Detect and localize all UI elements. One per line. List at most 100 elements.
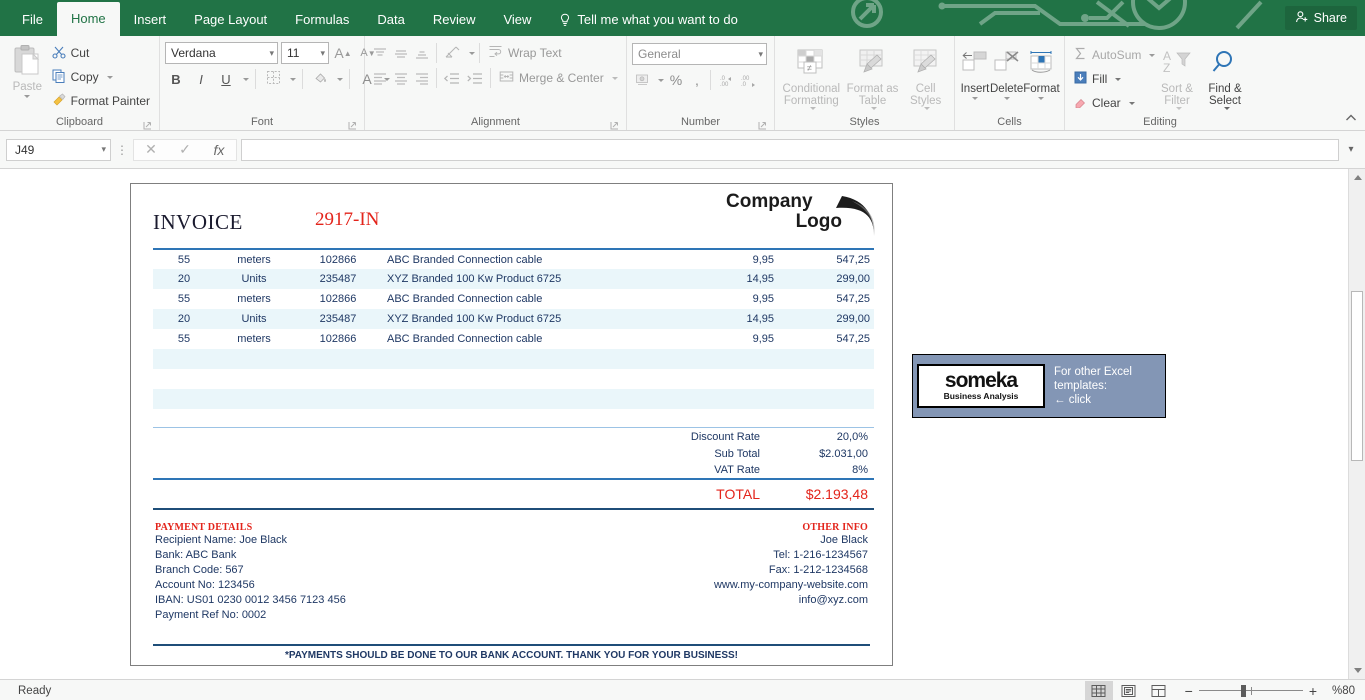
- wrap-text-button[interactable]: Wrap Text: [484, 43, 566, 63]
- align-left-button[interactable]: [370, 68, 390, 88]
- someka-banner[interactable]: someka Business Analysis For other Excel…: [912, 354, 1166, 418]
- fill-dropdown-icon[interactable]: [1115, 77, 1122, 81]
- table-row[interactable]: 55 meters 102866 ABC Branded Connection …: [153, 329, 874, 349]
- tab-formulas[interactable]: Formulas: [281, 4, 363, 36]
- decrease-indent-button[interactable]: [441, 68, 463, 88]
- align-center-button[interactable]: [391, 68, 411, 88]
- copy-dropdown-icon[interactable]: [106, 75, 113, 79]
- table-row[interactable]: 20 Units 235487 XYZ Branded 100 Kw Produ…: [153, 269, 874, 289]
- cut-button[interactable]: Cut: [48, 42, 154, 64]
- format-as-table-dropdown-icon[interactable]: [870, 107, 877, 110]
- conditional-formatting-button[interactable]: ≠ Conditional Formatting: [782, 41, 840, 110]
- italic-button[interactable]: I: [190, 68, 212, 90]
- other-info-website[interactable]: www.my-company-website.com: [714, 578, 868, 593]
- sort-filter-dropdown-icon[interactable]: [1175, 107, 1182, 110]
- cancel-icon[interactable]: ✕: [134, 141, 168, 158]
- find-select-dropdown-icon[interactable]: [1223, 107, 1230, 110]
- vertical-scroll-thumb[interactable]: [1351, 291, 1363, 461]
- underline-dropdown-icon[interactable]: [243, 77, 249, 81]
- orientation-button[interactable]: [441, 43, 465, 63]
- tab-data[interactable]: Data: [363, 4, 418, 36]
- scroll-down-icon[interactable]: [1349, 662, 1365, 679]
- collapse-ribbon-button[interactable]: [1345, 113, 1357, 126]
- share-button[interactable]: Share: [1284, 6, 1357, 30]
- fx-icon[interactable]: fx: [202, 142, 236, 158]
- format-as-table-button[interactable]: Format as Table: [845, 41, 900, 110]
- font-dialog-launcher[interactable]: [348, 120, 357, 130]
- tab-insert[interactable]: Insert: [120, 4, 181, 36]
- table-row[interactable]: [153, 409, 874, 429]
- align-middle-button[interactable]: [391, 43, 411, 63]
- tab-file[interactable]: File: [8, 4, 57, 36]
- font-family-combo[interactable]: Verdana ▾: [165, 42, 278, 64]
- font-size-combo[interactable]: 11 ▾: [281, 42, 329, 64]
- zoom-level-label[interactable]: %80: [1323, 685, 1355, 697]
- format-cells-dropdown-icon[interactable]: [1038, 97, 1045, 100]
- increase-decimal-button[interactable]: .0.00: [715, 70, 737, 90]
- zoom-in-button[interactable]: +: [1309, 683, 1317, 699]
- comma-style-button[interactable]: ,: [688, 70, 706, 90]
- insert-cells-dropdown-icon[interactable]: [972, 97, 978, 100]
- insert-cells-button[interactable]: Insert: [960, 41, 990, 100]
- bold-button[interactable]: B: [165, 68, 187, 90]
- number-format-combo[interactable]: General ▾: [632, 43, 767, 65]
- tab-home[interactable]: Home: [56, 2, 120, 36]
- table-row[interactable]: [153, 369, 874, 389]
- tell-me-box[interactable]: Tell me what you want to do: [545, 4, 751, 36]
- page-break-view-icon[interactable]: [1145, 681, 1173, 700]
- normal-view-icon[interactable]: [1084, 680, 1113, 700]
- vertical-scrollbar[interactable]: [1348, 169, 1365, 679]
- sort-filter-button[interactable]: AZ Sort & Filter: [1154, 41, 1200, 110]
- borders-dropdown-icon[interactable]: [290, 77, 296, 81]
- percent-style-button[interactable]: %: [665, 70, 687, 90]
- cell-styles-dropdown-icon[interactable]: [924, 107, 931, 110]
- formula-input[interactable]: [241, 138, 1339, 161]
- orientation-dropdown-icon[interactable]: [469, 51, 475, 55]
- accounting-format-button[interactable]: [632, 70, 654, 90]
- other-info-email[interactable]: info@xyz.com: [714, 593, 868, 608]
- paste-dropdown-icon[interactable]: [24, 95, 31, 98]
- fill-color-dropdown-icon[interactable]: [337, 77, 343, 81]
- merge-center-dropdown-icon[interactable]: [611, 76, 618, 80]
- autosum-button[interactable]: AutoSum: [1070, 44, 1156, 66]
- format-cells-button[interactable]: Format: [1023, 41, 1060, 100]
- merge-center-button[interactable]: Merge & Center: [495, 68, 622, 88]
- zoom-slider-thumb[interactable]: [1240, 684, 1246, 697]
- grow-font-button[interactable]: A ▲: [332, 42, 354, 64]
- tab-page-layout[interactable]: Page Layout: [180, 4, 281, 36]
- conditional-formatting-dropdown-icon[interactable]: [809, 107, 816, 110]
- underline-button[interactable]: U: [215, 68, 237, 90]
- table-row[interactable]: 55 meters 102866 ABC Branded Connection …: [153, 289, 874, 309]
- tab-view[interactable]: View: [489, 4, 545, 36]
- tab-review[interactable]: Review: [419, 4, 490, 36]
- clear-button[interactable]: Clear: [1070, 92, 1154, 114]
- format-painter-button[interactable]: Format Painter: [48, 90, 154, 112]
- page-layout-view-icon[interactable]: [1115, 681, 1143, 700]
- fill-button[interactable]: Fill: [1070, 68, 1154, 90]
- copy-button[interactable]: Copy: [48, 66, 154, 88]
- align-top-button[interactable]: [370, 43, 390, 63]
- check-icon[interactable]: ✓: [168, 141, 202, 158]
- align-right-button[interactable]: [412, 68, 432, 88]
- worksheet-canvas[interactable]: someka Business Analysis For other Excel…: [0, 169, 1348, 679]
- clear-dropdown-icon[interactable]: [1128, 101, 1135, 105]
- chevron-down-icon[interactable]: ▾: [1343, 144, 1359, 155]
- zoom-out-button[interactable]: −: [1185, 683, 1193, 699]
- table-row[interactable]: 20 Units 235487 XYZ Branded 100 Kw Produ…: [153, 309, 874, 329]
- accounting-dropdown-icon[interactable]: [658, 78, 664, 82]
- align-bottom-button[interactable]: [412, 43, 432, 63]
- paste-button[interactable]: Paste: [7, 39, 48, 98]
- find-select-button[interactable]: Find & Select: [1200, 41, 1250, 110]
- decrease-decimal-button[interactable]: .00.0: [738, 70, 760, 90]
- table-row[interactable]: [153, 389, 874, 409]
- borders-button[interactable]: [262, 68, 284, 90]
- number-dialog-launcher[interactable]: [758, 120, 767, 130]
- table-row[interactable]: [153, 349, 874, 369]
- increase-indent-button[interactable]: [464, 68, 486, 88]
- cell-styles-button[interactable]: Cell Styles: [905, 41, 947, 110]
- someka-text-line3[interactable]: ← click: [1054, 393, 1161, 407]
- scroll-up-icon[interactable]: [1349, 169, 1365, 186]
- delete-cells-dropdown-icon[interactable]: [1003, 97, 1010, 100]
- fill-color-button[interactable]: [309, 68, 331, 90]
- alignment-dialog-launcher[interactable]: [610, 120, 619, 130]
